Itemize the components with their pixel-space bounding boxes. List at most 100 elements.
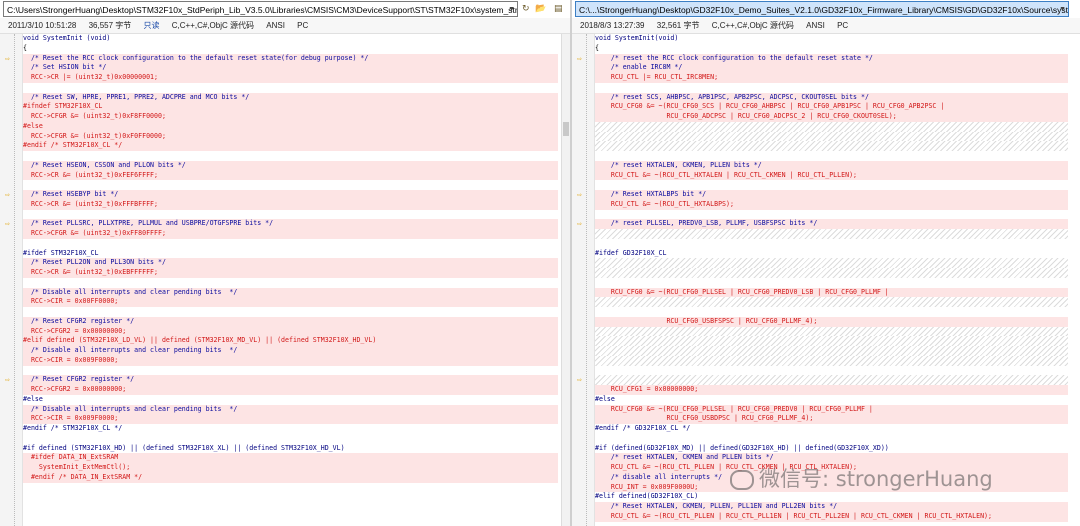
code-line[interactable]: /* Reset HSEON, CSSON and PLLON bits */: [23, 160, 558, 171]
code-line[interactable]: [595, 151, 1068, 161]
code-line[interactable]: [23, 307, 558, 317]
left-scrollbar[interactable]: [561, 34, 570, 526]
code-line[interactable]: /* Disable all interrupts and clear pend…: [23, 404, 558, 415]
code-line[interactable]: RCC->CR &= (uint32_t)0xEBFFFFFF;: [23, 268, 558, 278]
code-line[interactable]: void SystemInit(void): [595, 34, 1068, 44]
folder-open-icon[interactable]: 📂: [535, 2, 546, 16]
right-code-view[interactable]: void SystemInit(void){ /* reset the RCC …: [572, 34, 1080, 526]
chevron-down-icon[interactable]: ▼: [508, 2, 515, 16]
code-line[interactable]: /* Reset CFGR2 register */: [23, 316, 558, 327]
code-line[interactable]: /* Disable all interrupts and clear pend…: [23, 287, 558, 298]
code-line[interactable]: [595, 278, 1068, 288]
code-line[interactable]: /* enable IRC8M */: [595, 63, 1068, 73]
code-line[interactable]: [23, 502, 558, 512]
code-line[interactable]: /* reset PLLSEL, PREDV0_LSB, PLLMF, USBF…: [595, 219, 1068, 229]
code-line[interactable]: RCC->CIR = 0x00FF0000;: [23, 297, 558, 307]
code-line[interactable]: #endif /* STM32F10X_CL */: [23, 141, 558, 151]
code-line[interactable]: /* Reset SW, HPRE, PPRE1, PPRE2, ADCPRE …: [23, 92, 558, 103]
code-line[interactable]: /* Set HSION bit */: [23, 63, 558, 73]
code-line[interactable]: /* Disable all interrupts and clear pend…: [23, 346, 558, 356]
code-line[interactable]: RCC->CR &= (uint32_t)0xFEF6FFFF;: [23, 170, 558, 181]
left-scrollbar-thumb[interactable]: [563, 122, 569, 136]
code-line[interactable]: RCU_CFG0_USBDPSC | RCU_CFG0_PLLMF_4);: [595, 414, 1068, 424]
code-line[interactable]: #ifdef DATA_IN_ExtSRAM: [23, 453, 558, 463]
code-line[interactable]: /* reset HXTALEN, CKMEN and PLLEN bits *…: [595, 453, 1068, 463]
code-line[interactable]: SystemInit_ExtMemCtl();: [23, 463, 558, 473]
code-line[interactable]: [595, 121, 1068, 132]
code-line[interactable]: RCU_CFG0 &= ~(RCU_CFG0_PLLSEL | RCU_CFG0…: [595, 287, 1068, 298]
code-line[interactable]: /* Reset the RCC clock configuration to …: [23, 53, 558, 64]
code-line[interactable]: [595, 434, 1068, 444]
code-line[interactable]: [23, 210, 558, 220]
code-line[interactable]: [23, 483, 558, 493]
code-line[interactable]: #ifndef STM32F10X_CL: [23, 102, 558, 112]
code-line[interactable]: [23, 492, 558, 502]
code-line[interactable]: #else: [595, 395, 1068, 405]
code-line[interactable]: [23, 180, 558, 190]
code-line[interactable]: [595, 258, 1068, 268]
code-line[interactable]: RCU_CFG1 = 0x00000000;: [595, 385, 1068, 395]
code-line[interactable]: void SystemInit (void): [23, 34, 558, 44]
diff-arrow-icon[interactable]: ⇨: [577, 54, 586, 62]
code-line[interactable]: [595, 268, 1068, 278]
right-path-combobox[interactable]: C:\...\StrongerHuang\Desktop\GD32F10x_De…: [575, 1, 1069, 17]
code-line[interactable]: [595, 229, 1068, 239]
code-line[interactable]: [595, 239, 1068, 249]
code-line[interactable]: /* Reset HXTALEN, CKMEN, PLLEN, PLL1EN a…: [595, 502, 1068, 512]
code-line[interactable]: [595, 346, 1068, 356]
code-line[interactable]: RCC->CIR = 0x009F0000;: [23, 355, 558, 366]
code-line[interactable]: [595, 131, 1068, 142]
code-line[interactable]: RCU_CTL |= RCU_CTL_IRC8MEN;: [595, 73, 1068, 83]
code-line[interactable]: [595, 210, 1068, 220]
code-line[interactable]: RCU_CFG0 &= ~(RCU_CFG0_PLLSEL | RCU_CFG0…: [595, 404, 1068, 415]
code-line[interactable]: [595, 141, 1068, 151]
code-line[interactable]: #endif /* STM32F10X_CL */: [23, 424, 558, 434]
code-line[interactable]: /* Reset HXTALBPS bit */: [595, 190, 1068, 200]
diff-arrow-icon[interactable]: ⇨: [5, 54, 14, 62]
diff-arrow-icon[interactable]: ⇨: [5, 220, 14, 228]
code-line[interactable]: /* Reset PLLSRC, PLLXTPRE, PLLMUL and US…: [23, 219, 558, 229]
code-line[interactable]: #else: [23, 121, 558, 132]
diff-arrow-icon[interactable]: ⇨: [5, 376, 14, 384]
code-line[interactable]: RCC->CFGR2 = 0x00000000;: [23, 326, 558, 337]
code-line[interactable]: /* reset SCS, AHBPSC, APB1PSC, APB2PSC, …: [595, 92, 1068, 103]
code-line[interactable]: [595, 336, 1068, 346]
code-line[interactable]: RCU_CFG0_ADCPSC | RCU_CFG0_ADCPSC_2 | RC…: [595, 112, 1068, 122]
code-line[interactable]: [595, 83, 1068, 93]
code-line[interactable]: [595, 366, 1068, 376]
code-line[interactable]: {: [23, 44, 558, 54]
code-line[interactable]: /* reset HXTALEN, CKMEN, PLLEN bits */: [595, 160, 1068, 171]
chevron-down-icon[interactable]: ▼: [1059, 2, 1066, 16]
code-line[interactable]: #elif defined (STM32F10X_LD_VL) || defin…: [23, 336, 558, 346]
diff-arrow-icon[interactable]: ⇨: [577, 220, 586, 228]
code-line[interactable]: [595, 355, 1068, 366]
left-file-pane[interactable]: C:\Users\StrongerHuang\Desktop\STM32F10x…: [0, 0, 570, 526]
code-line[interactable]: #ifdef STM32F10X_CL: [23, 249, 558, 259]
code-line[interactable]: RCU_CTL &= ~(RCU_CTL_PLLEN | RCU_CTL_PLL…: [595, 511, 1068, 522]
code-line[interactable]: /* Reset HSEBYP bit */: [23, 190, 558, 200]
code-line[interactable]: RCU_CFG0_USBFSPSC | RCU_CFG0_PLLMF_4);: [595, 316, 1068, 327]
code-line[interactable]: [595, 297, 1068, 307]
code-line[interactable]: RCU_CTL &= ~(RCU_CTL_HXTALBPS);: [595, 199, 1068, 210]
code-line[interactable]: #else: [23, 395, 558, 405]
code-line[interactable]: #elif defined(GD32F10X_CL): [595, 492, 1068, 502]
code-line[interactable]: RCC->CFGR &= (uint32_t)0xF0FF0000;: [23, 131, 558, 142]
code-line[interactable]: [595, 180, 1068, 190]
save-icon[interactable]: ▤: [554, 2, 563, 16]
code-line[interactable]: [595, 375, 1068, 385]
diff-arrow-icon[interactable]: ⇨: [5, 191, 14, 199]
code-line[interactable]: RCC->CR &= (uint32_t)0xFFFBFFFF;: [23, 199, 558, 210]
diff-arrow-icon[interactable]: ⇨: [577, 191, 586, 199]
code-line[interactable]: #endif /* DATA_IN_ExtSRAM */: [23, 472, 558, 483]
code-line[interactable]: {: [595, 44, 1068, 54]
code-line[interactable]: RCC->CFGR2 = 0x00000000;: [23, 385, 558, 395]
code-line[interactable]: RCC->CFGR &= (uint32_t)0xFF80FFFF;: [23, 229, 558, 239]
left-code-view[interactable]: void SystemInit (void){ /* Reset the RCC…: [0, 34, 570, 526]
code-line[interactable]: [23, 278, 558, 288]
code-line[interactable]: /* Reset CFGR2 register */: [23, 375, 558, 385]
code-line[interactable]: #if (defined(GD32F10X_MD) || defined(GD3…: [595, 444, 1068, 454]
code-line[interactable]: RCU_CFG0 &= ~(RCU_CFG0_SCS | RCU_CFG0_AH…: [595, 102, 1068, 112]
code-line[interactable]: [595, 326, 1068, 337]
diff-arrow-icon[interactable]: ⇨: [577, 376, 586, 384]
code-line[interactable]: RCC->CR |= (uint32_t)0x00000001;: [23, 73, 558, 83]
